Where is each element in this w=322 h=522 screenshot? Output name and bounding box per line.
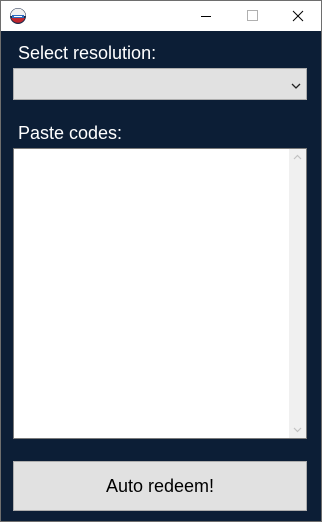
close-icon xyxy=(292,10,304,22)
resolution-dropdown[interactable] xyxy=(13,68,307,100)
scroll-up-icon[interactable] xyxy=(289,149,306,166)
codes-label: Paste codes: xyxy=(18,123,123,143)
auto-redeem-button[interactable]: Auto redeem! xyxy=(13,461,307,511)
maximize-icon xyxy=(247,10,258,21)
scroll-down-icon[interactable] xyxy=(289,421,306,438)
close-button[interactable] xyxy=(275,1,321,31)
chevron-down-icon[interactable] xyxy=(290,79,302,91)
minimize-button[interactable] xyxy=(183,1,229,31)
codes-scrollbar[interactable] xyxy=(289,149,306,438)
minimize-icon xyxy=(201,16,211,17)
redeem-app-icon xyxy=(9,7,27,25)
title-bar[interactable] xyxy=(1,1,321,31)
app-window: Select resolution: Paste codes: Auto red… xyxy=(0,0,322,522)
resolution-label: Select resolution: xyxy=(18,43,157,63)
codes-textarea[interactable] xyxy=(13,148,307,439)
maximize-button[interactable] xyxy=(229,1,275,31)
